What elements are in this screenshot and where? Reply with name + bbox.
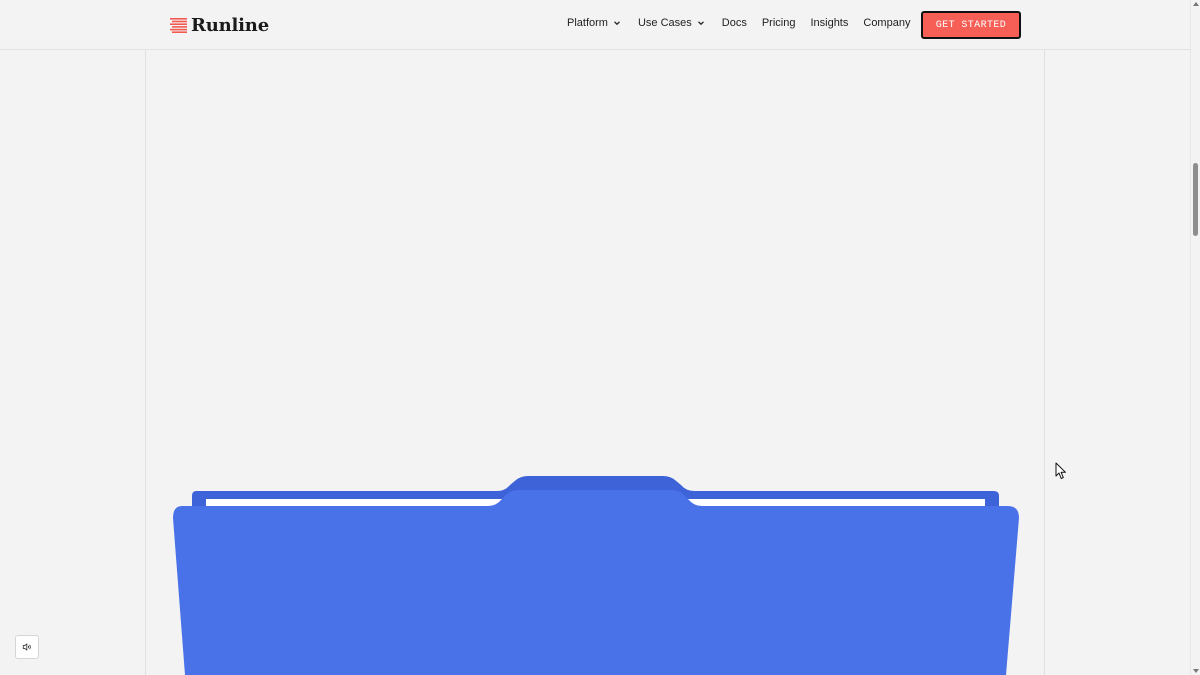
scrollbar-thumb[interactable] [1193, 163, 1198, 236]
nav-item-pricing[interactable]: Pricing [762, 17, 796, 29]
hero-section [145, 50, 1045, 675]
get-started-button[interactable]: GET STARTED [921, 11, 1021, 39]
chevron-down-icon [614, 21, 620, 26]
nav-item-insights[interactable]: Insights [810, 17, 848, 29]
main-nav: Platform Use Cases Docs Pricing Insights… [567, 17, 910, 29]
nav-label-docs: Docs [721, 17, 747, 29]
chevron-down-icon [697, 21, 704, 26]
nav-item-docs[interactable]: Docs [722, 17, 747, 29]
brand-name: Runline [191, 14, 269, 36]
site-header: Runline Platform Use Cases Docs Pricing … [0, 0, 1190, 50]
mouse-pointer-icon [1055, 462, 1066, 479]
logo-stripes-icon [170, 17, 187, 33]
scroll-up-icon[interactable] [1193, 2, 1199, 6]
nav-item-use-cases[interactable]: Use Cases [638, 17, 705, 29]
nav-label-insights: Insights [810, 17, 849, 29]
page-scrollbar[interactable] [1190, 0, 1200, 675]
scroll-down-icon[interactable] [1193, 669, 1199, 673]
nav-label-platform: Platform [567, 17, 608, 29]
nav-label-company: Company [863, 17, 911, 29]
nav-label-use-cases: Use Cases [637, 17, 692, 29]
sound-toggle-button[interactable] [15, 635, 39, 659]
brand-logo[interactable]: Runline [170, 13, 269, 37]
nav-label-pricing: Pricing [761, 17, 796, 29]
speaker-icon [22, 643, 31, 651]
nav-item-platform[interactable]: Platform [567, 17, 621, 29]
nav-item-company[interactable]: Company [863, 17, 910, 29]
